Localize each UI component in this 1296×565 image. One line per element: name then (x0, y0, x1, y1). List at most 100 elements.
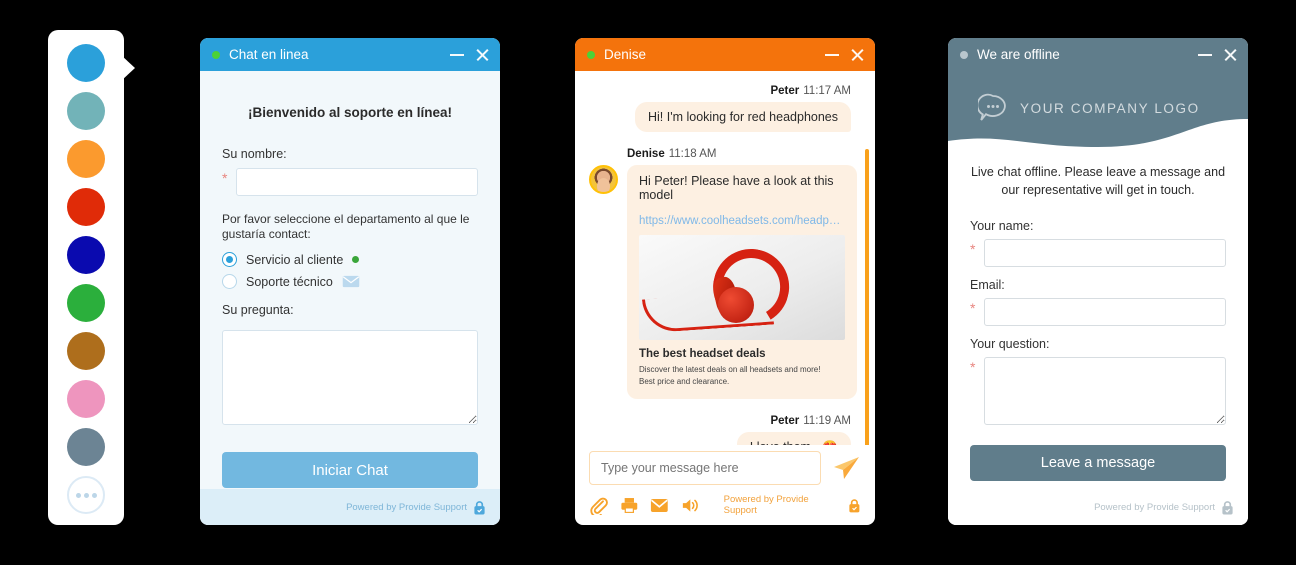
window3-titlebar: We are offline (948, 38, 1248, 71)
chat-window-color-picker (48, 30, 124, 525)
online-status-dot (212, 50, 220, 59)
color-swatch-red[interactable] (67, 188, 105, 226)
name-field-row: * (222, 168, 478, 196)
message-text: Hi Peter! Please have a look at this mod… (627, 165, 857, 211)
email-field-row: * (970, 298, 1226, 326)
message-time: 11:19 AM (803, 415, 851, 427)
send-icon[interactable] (831, 455, 861, 481)
window3-title: We are offline (977, 47, 1060, 62)
question-field-row: * (970, 357, 1226, 425)
product-card[interactable]: The best headset deals Discover the late… (627, 235, 857, 399)
screenshot-stage: Chat en linea ¡Bienvenido al soporte en … (0, 0, 1296, 565)
department-label: Servicio al cliente (246, 252, 344, 267)
more-colors-button[interactable] (67, 476, 105, 514)
start-chat-button[interactable]: Iniciar Chat (222, 452, 478, 488)
powered-by-text: Powered by Provide Support (346, 501, 467, 513)
email-input[interactable] (984, 298, 1226, 326)
message-sender: Peter (770, 415, 800, 427)
name-input[interactable] (236, 168, 478, 196)
prechat-form-window: Chat en linea ¡Bienvenido al soporte en … (200, 38, 500, 525)
active-chat-window: Denise Peter 11:17 AM Hi! I'm looking for… (575, 38, 875, 525)
color-swatch-blue[interactable] (67, 44, 105, 82)
message-time: 11:18 AM (668, 148, 717, 160)
company-logo-banner: YOUR COMPANY LOGO (948, 71, 1248, 159)
paperclip-icon[interactable] (589, 496, 608, 515)
agent-message-stack: Denise 11:18 AM Hi Peter! Please have a l… (627, 148, 857, 399)
selected-color-pointer (121, 55, 135, 81)
headphone-cup-shape (717, 287, 754, 323)
required-asterisk: * (970, 241, 976, 257)
ellipsis-dot-icon (83, 492, 89, 498)
printer-icon[interactable] (620, 496, 639, 515)
message-compose-row (575, 445, 875, 485)
secure-lock-icon (474, 500, 485, 514)
radio-selected-icon[interactable] (222, 252, 237, 267)
chat-toolbar: Powered by Provide Support (575, 485, 875, 525)
powered-by-text: Powered by Provide Support (1094, 501, 1215, 513)
color-swatch-green[interactable] (67, 284, 105, 322)
color-swatch-pink[interactable] (67, 380, 105, 418)
window3-controls (1198, 47, 1238, 62)
department-mail-icon (342, 275, 360, 288)
message-meta: Peter 11:17 AM (589, 85, 851, 97)
mail-icon[interactable] (650, 496, 669, 515)
ellipsis-dot-icon (75, 492, 81, 498)
window1-controls (450, 47, 490, 62)
message-meta: Peter 11:19 AM (589, 415, 851, 427)
window2-footer: Powered by Provide Support (724, 494, 861, 516)
agent-avatar (589, 165, 618, 194)
minimize-button[interactable] (825, 53, 839, 56)
name-field-label: Your name: (970, 219, 1034, 233)
logo-lockup: YOUR COMPANY LOGO (978, 93, 1200, 123)
message-list: Peter 11:17 AM Hi! I'm looking for red he… (575, 71, 875, 445)
message-text: Hi! I'm looking for red headphones (635, 102, 851, 132)
offline-form-body: Live chat offline. Please leave a messag… (948, 159, 1248, 489)
minimize-button[interactable] (1198, 53, 1212, 56)
name-field-row: * (970, 239, 1226, 267)
color-swatch-brown[interactable] (67, 332, 105, 370)
window1-title: Chat en linea (229, 47, 309, 62)
color-swatch-navy[interactable] (67, 236, 105, 274)
message-sender: Denise (627, 148, 665, 160)
heart-eyes-emoji-icon: 😍 (822, 440, 838, 445)
online-status-dot (587, 50, 595, 59)
radio-unselected-icon[interactable] (222, 274, 237, 289)
close-button[interactable] (1223, 47, 1238, 62)
offline-status-dot (960, 50, 968, 59)
message-text: I love them (750, 440, 811, 445)
product-card-title: The best headset deals (639, 348, 766, 360)
message-sender: Peter (770, 85, 800, 97)
close-button[interactable] (475, 47, 490, 62)
leave-a-message-button[interactable]: Leave a message (970, 445, 1226, 481)
minimize-button[interactable] (450, 53, 464, 56)
name-field-label: Su nombre: (222, 147, 287, 161)
chat-bubble-icon (978, 93, 1006, 121)
required-asterisk: * (222, 170, 228, 186)
color-swatch-orange[interactable] (67, 140, 105, 178)
color-swatch-teal[interactable] (67, 92, 105, 130)
message-agent-1: Denise 11:18 AM Hi Peter! Please have a l… (589, 148, 857, 399)
message-input[interactable] (589, 451, 821, 485)
message-scrollbar-track[interactable] (865, 149, 869, 445)
message-text-with-emoji: I love them 😍 (736, 432, 851, 445)
color-swatch-slate-gray[interactable] (67, 428, 105, 466)
message-meta: Denise 11:18 AM (627, 148, 857, 160)
message-time: 11:17 AM (803, 85, 851, 97)
offline-intro-text: Live chat offline. Please leave a messag… (970, 165, 1226, 197)
product-card-desc-line1: Discover the latest deals on all headset… (639, 365, 821, 374)
department-option-servicio-al-cliente[interactable]: Servicio al cliente (222, 252, 478, 267)
ellipsis-dot-icon (91, 492, 97, 498)
sound-icon[interactable] (681, 496, 700, 515)
offline-message-window: We are offline YOUR COMPANY LOGO Live ch… (948, 38, 1248, 525)
message-visitor-1: Peter 11:17 AM Hi! I'm looking for red he… (589, 85, 857, 132)
message-scrollbar-thumb[interactable] (865, 149, 869, 445)
close-button[interactable] (850, 47, 865, 62)
required-asterisk: * (970, 300, 976, 316)
question-textarea[interactable] (222, 330, 478, 425)
name-input[interactable] (984, 239, 1226, 267)
department-option-soporte-tecnico[interactable]: Soporte técnico (222, 274, 478, 289)
company-logo-text: YOUR COMPANY LOGO (1020, 100, 1200, 116)
department-online-dot-icon (352, 256, 360, 263)
message-link[interactable]: https://www.coolheadsets.com/headpho… (627, 211, 857, 235)
question-textarea[interactable] (984, 357, 1226, 425)
